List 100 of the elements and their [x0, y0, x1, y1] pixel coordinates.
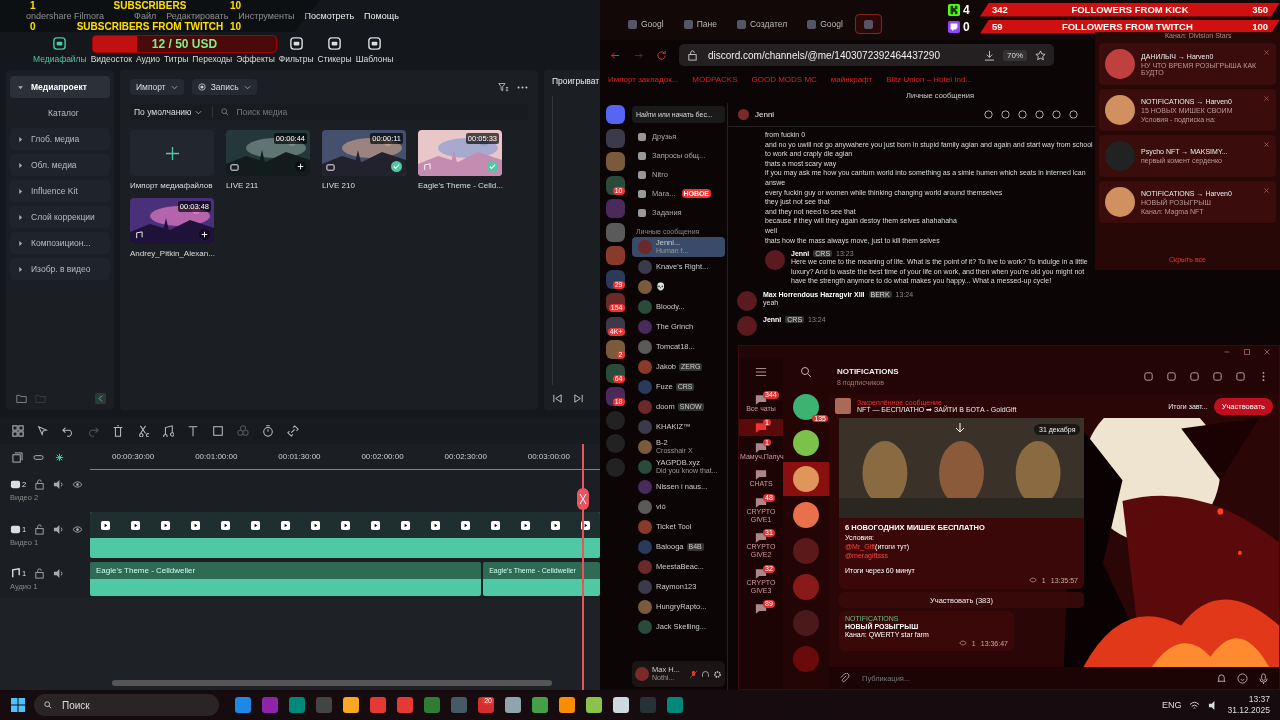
toolbar-icon[interactable] — [1166, 370, 1177, 382]
sidebar-item[interactable]: Медиапроект — [10, 76, 110, 98]
record-dropdown[interactable]: Запись — [191, 79, 257, 95]
menu-item[interactable]: Помощь — [364, 11, 399, 21]
microphone-icon[interactable] — [689, 669, 698, 679]
category-tab[interactable]: Фильтры — [277, 32, 315, 68]
playhead[interactable] — [577, 444, 589, 690]
eye-icon[interactable] — [72, 523, 84, 535]
sidebar-item[interactable]: Обл. медиа — [10, 154, 110, 176]
category-tab[interactable]: Титры — [163, 54, 190, 68]
bookmark-link[interactable]: Blitz Union – Hotel Ind... — [886, 74, 972, 84]
toolbar-icon[interactable] — [1235, 370, 1246, 382]
category-tab[interactable]: Аудио — [135, 54, 161, 68]
toolbar-icon[interactable] — [1051, 109, 1062, 120]
reload-icon[interactable] — [656, 49, 667, 61]
close-icon[interactable] — [1263, 187, 1270, 194]
collapse-icon[interactable] — [95, 393, 106, 404]
grid-icon[interactable] — [12, 425, 24, 437]
add-track-icon[interactable] — [12, 451, 23, 463]
lock-icon[interactable] — [34, 478, 46, 490]
link-icon[interactable] — [287, 425, 299, 437]
wifi-icon[interactable] — [1189, 699, 1201, 711]
close-icon[interactable] — [1263, 49, 1270, 56]
toolbar-icon[interactable] — [983, 109, 994, 120]
maximize-icon[interactable] — [1243, 348, 1251, 356]
magnet-icon[interactable] — [54, 451, 65, 463]
microphone-icon[interactable] — [1258, 672, 1269, 684]
search-input[interactable]: Поиск медиа — [234, 106, 350, 118]
menu-item[interactable]: Посмотреть — [304, 11, 355, 21]
settings-icon[interactable] — [713, 669, 722, 679]
category-tab[interactable]: Стикеры — [316, 32, 353, 68]
lock-icon[interactable] — [34, 567, 46, 579]
browser-tab[interactable] — [854, 14, 882, 34]
category-tab[interactable]: Видеосток — [89, 54, 134, 68]
sidebar-item[interactable]: Слой коррекции — [10, 206, 110, 228]
undo-icon[interactable] — [62, 425, 74, 437]
import-dropdown[interactable]: Импорт — [130, 79, 184, 95]
menu-item[interactable]: Инструменты — [238, 11, 295, 21]
filter-icon[interactable] — [498, 81, 509, 93]
search-icon[interactable] — [800, 366, 812, 378]
speaker-icon[interactable] — [53, 567, 65, 579]
sidebar-item[interactable]: Композицион... — [10, 232, 110, 254]
category-tab[interactable]: Эффекты — [235, 54, 276, 68]
paperclip-icon[interactable] — [839, 672, 850, 684]
url-input[interactable]: discord.com/channels/@me/1403072392464437290 — [706, 48, 976, 62]
square-icon[interactable] — [212, 425, 224, 437]
category-tab[interactable]: Шаблоны — [354, 32, 395, 68]
toolbar-icon[interactable] — [1034, 109, 1045, 120]
server-icon[interactable] — [605, 152, 625, 171]
server-icon[interactable] — [605, 222, 625, 242]
scissors-icon[interactable] — [137, 425, 149, 437]
clock-date[interactable]: 31.12.2025 — [1227, 705, 1270, 716]
toolbar-icon[interactable] — [1068, 109, 1079, 120]
audio-clip[interactable]: Eagle's Theme - Celldweller — [90, 562, 482, 596]
search-input[interactable]: Поиск — [60, 698, 196, 712]
category-tab[interactable]: Медиафайлы — [32, 32, 88, 68]
toolbar-icon[interactable] — [1212, 370, 1223, 382]
menu-item[interactable]: Файл — [134, 11, 157, 21]
bookmark-link[interactable]: MODPACKS — [692, 74, 738, 84]
category-tab[interactable]: Переходы — [191, 54, 234, 68]
search-field[interactable]: Поиск — [34, 694, 219, 716]
bookmark-link[interactable]: майнкрафт — [830, 74, 873, 84]
sidebar-item[interactable]: Изобр. в видео — [10, 258, 110, 280]
smiley-icon[interactable] — [1237, 672, 1248, 684]
lock-icon[interactable] — [34, 523, 46, 535]
browser-tab[interactable]: Googl — [620, 14, 672, 34]
menu-icon[interactable] — [755, 366, 767, 378]
browser-tab[interactable]: Создател — [728, 14, 796, 34]
folder-icon[interactable] — [16, 393, 27, 404]
video-clip[interactable] — [90, 512, 600, 558]
language-indicator[interactable]: ENG — [1161, 700, 1182, 710]
sidebar-item[interactable]: Influence Kit — [10, 180, 110, 202]
menu-item[interactable]: Редактировать — [166, 11, 229, 21]
server-icon[interactable] — [605, 246, 625, 265]
close-icon[interactable] — [1263, 348, 1271, 356]
home-icon[interactable] — [605, 105, 625, 124]
bookmark-link[interactable]: GOOD MODS MC — [751, 74, 817, 84]
chat-item[interactable] — [783, 462, 829, 496]
address-bar[interactable]: discord.com/channels/@me/1403072392464437290 70% — [679, 44, 1054, 66]
cursor-icon[interactable] — [37, 425, 49, 437]
search-field[interactable]: Поиск медиа — [212, 106, 350, 118]
scrollbar[interactable] — [112, 680, 552, 686]
toolbar-icon[interactable] — [1017, 109, 1028, 120]
next-frame-icon[interactable] — [573, 393, 584, 404]
import-tile[interactable] — [130, 130, 214, 176]
zoom-level[interactable]: 70% — [1003, 49, 1027, 61]
text-icon[interactable] — [187, 425, 199, 437]
toolbar-icon[interactable] — [1143, 370, 1154, 382]
previous-frame-icon[interactable] — [552, 393, 563, 404]
speaker-icon[interactable] — [53, 478, 65, 490]
sort-dropdown[interactable]: По умолчанию — [134, 107, 203, 117]
bookmark-link[interactable]: Импорт закладок... — [608, 74, 679, 84]
browser-tab[interactable]: Пане — [675, 14, 725, 34]
note-icon[interactable] — [162, 425, 174, 437]
eye-icon[interactable] — [72, 478, 84, 490]
clock-time[interactable]: 13:37 — [1248, 694, 1270, 705]
bell-icon[interactable] — [1216, 672, 1227, 684]
sidebar-subitem[interactable]: Каталог — [10, 102, 110, 124]
trash-icon[interactable] — [112, 425, 124, 437]
scissors-icon[interactable] — [577, 488, 589, 510]
